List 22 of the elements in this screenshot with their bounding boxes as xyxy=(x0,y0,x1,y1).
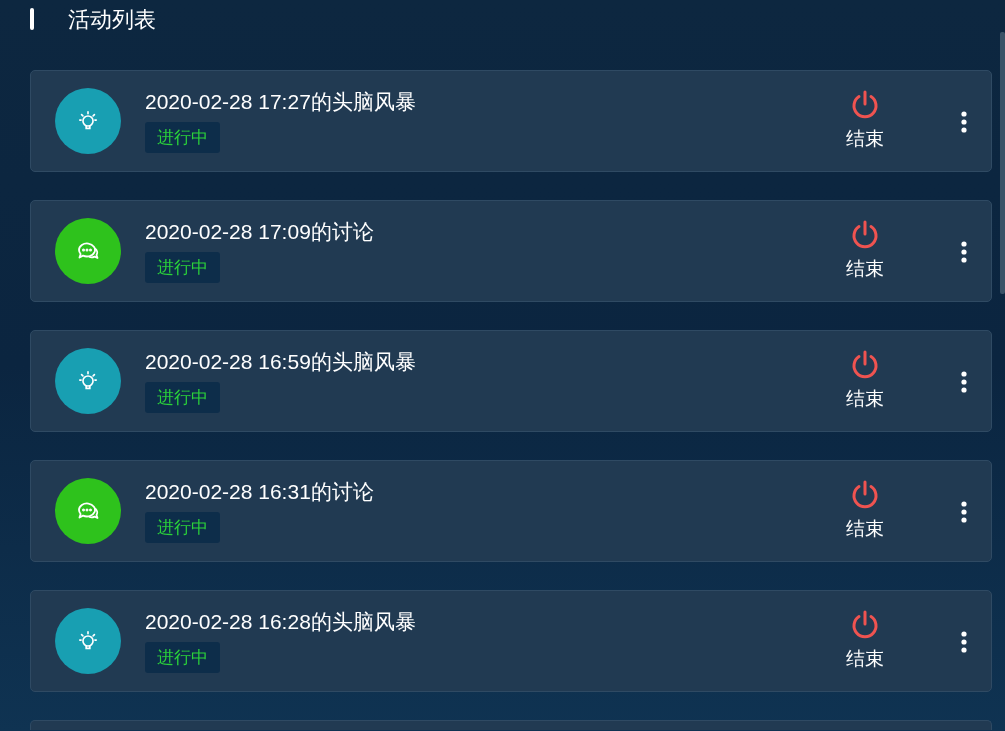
activity-title: 2020-02-28 17:09的讨论 xyxy=(145,218,375,244)
activity-title: 2020-02-28 16:31的讨论 xyxy=(145,478,375,504)
end-button[interactable]: 结束 xyxy=(835,608,895,674)
end-button[interactable]: 结束 xyxy=(835,478,895,544)
activity-card[interactable]: 2020-02-28 16:31的讨论 进行中 结束 xyxy=(30,460,992,562)
end-button[interactable]: 结束 xyxy=(835,348,895,414)
status-tag: 进行中 xyxy=(145,121,220,154)
scrollbar[interactable] xyxy=(1000,32,1005,294)
status-tag: 进行中 xyxy=(145,511,220,544)
activity-title: 2020-02-28 16:59的头脑风暴 xyxy=(145,348,417,374)
activity-card[interactable]: 2020-02-28 17:27的头脑风暴 进行中 结束 xyxy=(30,70,992,172)
page-title: 活动列表 xyxy=(68,5,156,34)
status-tag: 进行中 xyxy=(145,641,220,674)
status-tag: 进行中 xyxy=(145,251,220,284)
activity-card[interactable]: 2020-02-28 16:28的头脑风暴 进行中 结束 xyxy=(30,590,992,692)
activity-card[interactable]: 2020-02-28 16:59的头脑风暴 进行中 结束 xyxy=(30,330,992,432)
end-button[interactable]: 结束 xyxy=(835,88,895,154)
end-button[interactable]: 结束 xyxy=(835,218,895,284)
status-tag: 进行中 xyxy=(145,381,220,414)
activity-card[interactable]: 2020-02-28 17:09的讨论 进行中 结束 xyxy=(30,200,992,302)
activity-title: 2020-02-28 16:28的头脑风暴 xyxy=(145,608,417,634)
activity-title: 2020-02-28 17:27的头脑风暴 xyxy=(145,88,417,114)
